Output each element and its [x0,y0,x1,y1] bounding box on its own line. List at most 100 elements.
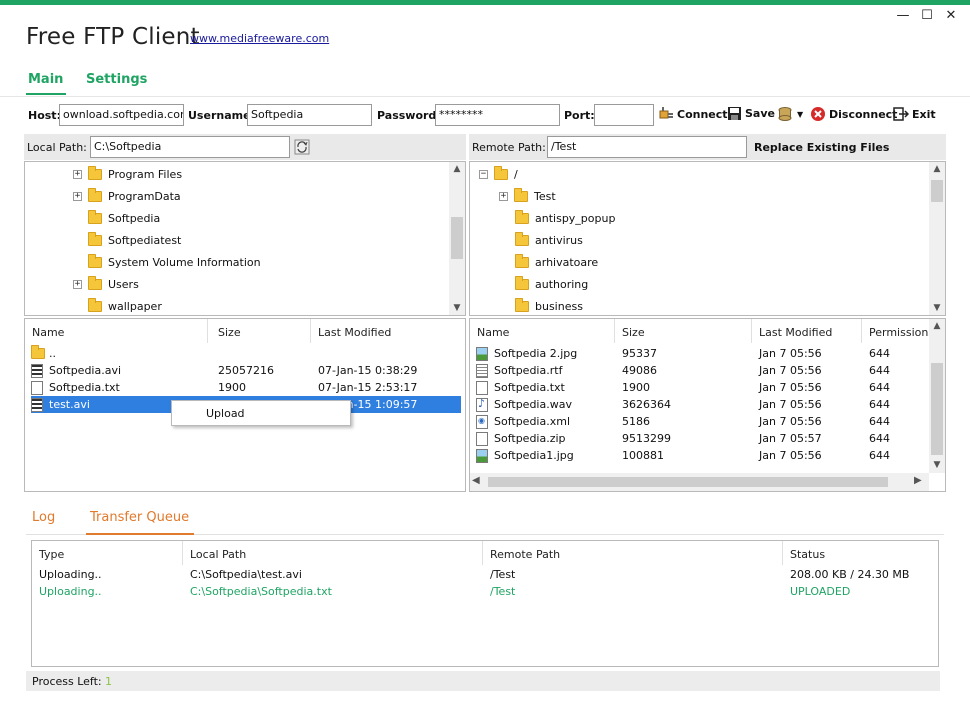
scroll-up-icon[interactable]: ▲ [929,319,945,333]
file-row[interactable]: Softpedia.txt 1900 07-Jan-15 2:53:17 [31,379,461,396]
folder-icon [494,165,508,180]
column-header-last-modified[interactable]: Last Modified [311,319,465,343]
file-row[interactable]: Softpedia.zip 9513299 Jan 7 05:57 644 [476,430,926,447]
folder-icon [515,297,529,312]
folder-icon [514,187,528,202]
tree-item[interactable]: System Volume Information [88,251,261,273]
column-header-local-path[interactable]: Local Path [183,541,483,565]
column-header-name[interactable]: Name [470,319,615,343]
scroll-thumb[interactable] [451,217,463,259]
tree-item[interactable]: authoring [515,273,588,295]
tree-item-label: System Volume Information [108,255,261,269]
scroll-left-icon[interactable]: ◀ [472,475,480,486]
column-header-permissions[interactable]: Permissions [862,319,934,343]
tree-item[interactable]: + ProgramData [73,185,181,207]
tree-item[interactable]: + Users [73,273,139,295]
video-file-icon [31,397,43,412]
queue-row-completed[interactable]: Uploading.. C:\Softpedia\Softpedia.txt /… [39,585,929,602]
remote-files-hscrollbar[interactable]: ◀ ▶ [470,473,929,491]
disconnect-icon [811,107,825,121]
tree-item[interactable]: antispy_popup [515,207,615,229]
scroll-down-icon[interactable]: ▼ [929,458,945,472]
disconnect-button[interactable]: Disconnect [810,106,897,122]
close-button[interactable]: ✕ [941,8,961,26]
tree-item[interactable]: business [515,295,583,315]
file-modified: Jan 7 05:56 [759,415,822,428]
expand-icon[interactable]: + [73,191,82,201]
queue-row[interactable]: Uploading.. C:\Softpedia\test.avi /Test … [39,568,929,585]
file-row[interactable]: Softpedia 2.jpg 95337 Jan 7 05:56 644 [476,345,926,362]
file-row[interactable]: .. [31,345,461,362]
file-row[interactable]: Softpedia1.jpg 100881 Jan 7 05:56 644 [476,447,926,464]
port-input[interactable] [594,104,654,126]
username-input[interactable]: Softpedia [247,104,372,126]
column-header-type[interactable]: Type [32,541,183,565]
file-row[interactable]: Softpedia.wav 3626364 Jan 7 05:56 644 [476,396,926,413]
tree-item[interactable]: wallpaper [88,295,162,315]
scroll-down-icon[interactable]: ▼ [929,301,945,315]
tab-settings[interactable]: Settings [86,72,147,87]
process-left-label: Process Left: [32,675,102,688]
scroll-up-icon[interactable]: ▲ [929,162,945,176]
file-permissions: 644 [869,398,890,411]
scroll-right-icon[interactable]: ▶ [914,475,922,486]
local-path-input[interactable]: C:\Softpedia [90,136,290,158]
queue-status: 208.00 KB / 24.30 MB [790,568,910,581]
expand-icon[interactable]: + [499,191,508,201]
local-folder-tree: + Program Files + ProgramData Softpedia So… [24,161,466,316]
disconnect-label: Disconnect [829,107,898,121]
password-input[interactable]: ******** [435,104,560,126]
saved-sites-dropdown[interactable]: ▼ [778,106,803,122]
upload-menu-item[interactable]: Upload [206,407,245,420]
scroll-thumb[interactable] [488,477,888,487]
expand-icon[interactable]: + [73,169,82,179]
tree-item[interactable]: Softpediatest [88,229,181,251]
maximize-button[interactable]: ☐ [917,8,937,26]
video-file-icon [31,363,43,378]
folder-icon [88,253,102,268]
file-name: Softpedia.rtf [494,364,563,377]
column-header-remote-path[interactable]: Remote Path [483,541,783,565]
file-permissions: 644 [869,415,890,428]
file-size: 1900 [622,381,650,394]
column-header-last-modified[interactable]: Last Modified [752,319,862,343]
save-button[interactable]: Save [727,106,775,121]
host-input[interactable]: ownload.softpedia.com [59,104,184,126]
scroll-up-icon[interactable]: ▲ [449,162,465,176]
tree-item[interactable]: − / [479,163,518,185]
scroll-down-icon[interactable]: ▼ [449,301,465,315]
active-tab-indicator [26,93,66,95]
scroll-thumb[interactable] [931,180,943,202]
tab-transfer-queue[interactable]: Transfer Queue [90,510,189,525]
refresh-icon[interactable] [294,139,310,155]
file-row[interactable]: Softpedia.xml 5186 Jan 7 05:56 644 [476,413,926,430]
remote-path-input[interactable]: /Test [547,136,747,158]
port-label: Port: [564,109,595,122]
collapse-icon[interactable]: − [479,169,488,179]
exit-button[interactable]: Exit [893,106,936,122]
tree-item[interactable]: arhivatoare [515,251,598,273]
tree-item[interactable]: + Program Files [73,163,182,185]
file-row[interactable]: Softpedia.rtf 49086 Jan 7 05:56 644 [476,362,926,379]
expand-icon[interactable]: + [73,279,82,289]
remote-path-label: Remote Path: [472,141,546,154]
remote-tree-scrollbar[interactable]: ▲ ▼ [929,162,945,315]
replace-existing-toggle[interactable]: Replace Existing Files [754,141,889,154]
minimize-button[interactable]: — [893,8,913,26]
tab-log[interactable]: Log [32,510,55,525]
column-header-size[interactable]: Size [615,319,752,343]
column-header-name[interactable]: Name [25,319,208,343]
tree-item[interactable]: antivirus [515,229,583,251]
local-tree-scrollbar[interactable]: ▲ ▼ [449,162,465,315]
website-link[interactable]: www.mediafreeware.com [190,32,329,45]
tree-item-selected[interactable]: Softpedia [88,207,160,229]
file-row[interactable]: Softpedia.txt 1900 Jan 7 05:56 644 [476,379,926,396]
column-header-status[interactable]: Status [783,541,933,565]
file-row[interactable]: Softpedia.avi 25057216 07-Jan-15 0:38:29 [31,362,461,379]
remote-files-vscrollbar[interactable]: ▲ ▼ [929,319,945,473]
connect-button[interactable]: Connect [658,106,728,122]
scroll-thumb[interactable] [931,363,943,455]
tab-main[interactable]: Main [28,72,63,87]
tree-item-selected[interactable]: + Test [499,185,556,207]
column-header-size[interactable]: Size [211,319,311,343]
